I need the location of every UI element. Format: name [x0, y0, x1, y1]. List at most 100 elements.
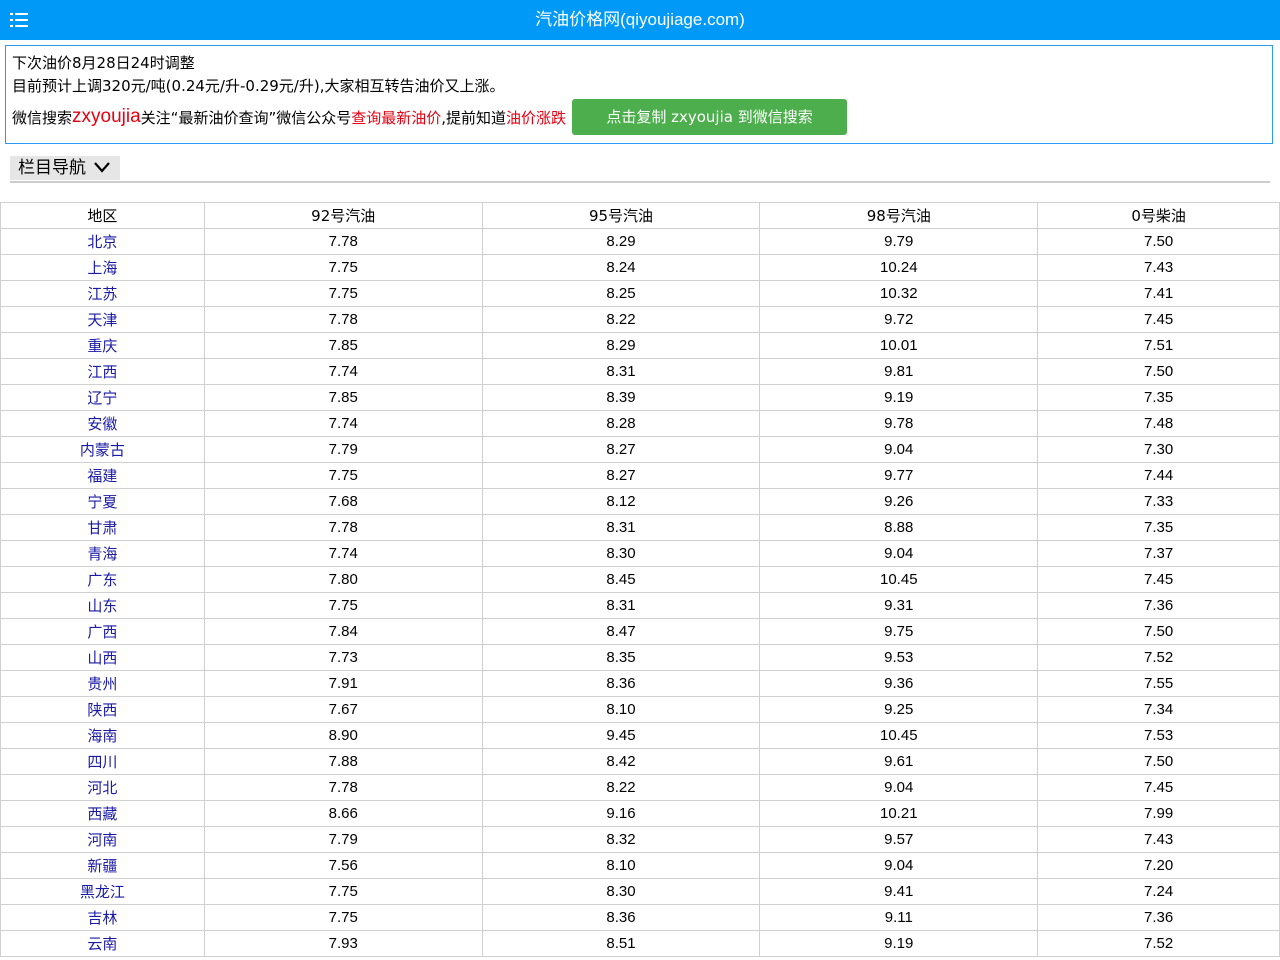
region-cell: 青海 — [0, 540, 205, 567]
table-row: 河北 7.78 8.22 9.04 7.45 — [0, 774, 1280, 801]
table-row: 吉林 7.75 8.36 9.11 7.36 — [0, 904, 1280, 931]
region-link[interactable]: 重庆 — [87, 337, 117, 355]
region-link[interactable]: 上海 — [87, 259, 117, 277]
price-diesel-cell: 7.43 — [1037, 254, 1280, 281]
table-row: 甘肃 7.78 8.31 8.88 7.35 — [0, 514, 1280, 541]
region-link[interactable]: 北京 — [87, 233, 117, 251]
table-row: 河南 7.79 8.32 9.57 7.43 — [0, 826, 1280, 853]
region-link[interactable]: 安徽 — [87, 415, 117, 433]
adjust-forecast: 目前预计上调320元/吨(0.24元/升-0.29元/升),大家相互转告油价又上… — [12, 77, 505, 95]
price-92-cell: 7.80 — [203, 566, 483, 593]
price-98-cell: 9.79 — [759, 228, 1039, 255]
site-title[interactable]: 汽油价格网(qiyoujiage.com) — [0, 0, 1280, 40]
region-link[interactable]: 黑龙江 — [80, 883, 125, 901]
price-diesel-cell: 7.48 — [1037, 410, 1280, 437]
price-92-cell: 7.75 — [203, 462, 483, 489]
price-95-cell: 8.42 — [481, 748, 761, 775]
price-diesel-cell: 7.33 — [1037, 488, 1280, 515]
region-cell: 云南 — [0, 930, 205, 957]
price-92-cell: 7.75 — [203, 254, 483, 281]
price-92-cell: 7.75 — [203, 904, 483, 931]
price-95-cell: 8.10 — [481, 696, 761, 723]
query-latest-price-link[interactable]: 查询最新油价 — [351, 107, 441, 128]
price-98-cell: 10.32 — [759, 280, 1039, 307]
region-link[interactable]: 福建 — [87, 467, 117, 485]
next-adjust-date: 下次油价8月28日24时调整 — [12, 54, 195, 72]
region-link[interactable]: 海南 — [87, 727, 117, 745]
region-cell: 山东 — [0, 592, 205, 619]
column-navigation-label: 栏目导航 — [18, 158, 86, 178]
price-diesel-cell: 7.44 — [1037, 462, 1280, 489]
table-header-row: 地区 92号汽油 95号汽油 98号汽油 0号柴油 — [0, 202, 1280, 229]
region-link[interactable]: 山东 — [87, 597, 117, 615]
region-link[interactable]: 甘肃 — [87, 519, 117, 537]
price-92-cell: 7.88 — [203, 748, 483, 775]
table-row: 新疆 7.56 8.10 9.04 7.20 — [0, 852, 1280, 879]
region-link[interactable]: 广东 — [87, 571, 117, 589]
price-98-cell: 10.45 — [759, 566, 1039, 593]
price-92-cell: 7.75 — [203, 280, 483, 307]
follow-text: 关注“最新油价查询”微信公众号 — [140, 108, 352, 127]
price-95-cell: 8.30 — [481, 878, 761, 905]
region-link[interactable]: 内蒙古 — [80, 441, 125, 459]
table-row: 黑龙江 7.75 8.30 9.41 7.24 — [0, 878, 1280, 905]
region-link[interactable]: 四川 — [87, 753, 117, 771]
region-link[interactable]: 山西 — [87, 649, 117, 667]
table-row: 宁夏 7.68 8.12 9.26 7.33 — [0, 488, 1280, 515]
price-95-cell: 8.10 — [481, 852, 761, 879]
region-link[interactable]: 贵州 — [87, 675, 117, 693]
price-diesel-cell: 7.35 — [1037, 384, 1280, 411]
region-cell: 陕西 — [0, 696, 205, 723]
top-header-bar: 汽油价格网(qiyoujiage.com) — [0, 0, 1280, 40]
price-trend-link[interactable]: 油价涨跌 — [506, 107, 566, 128]
region-cell: 贵州 — [0, 670, 205, 697]
price-92-cell: 8.90 — [203, 722, 483, 749]
region-link[interactable]: 河北 — [87, 779, 117, 797]
price-95-cell: 8.29 — [481, 332, 761, 359]
price-98-cell: 9.26 — [759, 488, 1039, 515]
column-navigation-toggle[interactable]: 栏目导航 — [10, 156, 120, 180]
region-cell: 黑龙江 — [0, 878, 205, 905]
price-98-cell: 9.41 — [759, 878, 1039, 905]
copy-wechat-id-button[interactable]: 点击复制 zxyoujia 到微信搜索 — [572, 99, 848, 135]
region-cell: 广西 — [0, 618, 205, 645]
region-link[interactable]: 吉林 — [87, 909, 117, 927]
price-98-cell: 9.78 — [759, 410, 1039, 437]
region-link[interactable]: 青海 — [87, 545, 117, 563]
region-link[interactable]: 西藏 — [87, 805, 117, 823]
region-link[interactable]: 宁夏 — [87, 493, 117, 511]
table-row: 青海 7.74 8.30 9.04 7.37 — [0, 540, 1280, 567]
region-cell: 山西 — [0, 644, 205, 671]
region-link[interactable]: 江苏 — [87, 285, 117, 303]
region-link[interactable]: 江西 — [87, 363, 117, 381]
region-link[interactable]: 新疆 — [87, 857, 117, 875]
region-link[interactable]: 辽宁 — [87, 389, 117, 407]
region-link[interactable]: 天津 — [87, 311, 117, 329]
price-adjust-notice: 下次油价8月28日24时调整 目前预计上调320元/吨(0.24元/升-0.29… — [5, 45, 1273, 144]
price-98-cell: 9.53 — [759, 644, 1039, 671]
price-diesel-cell: 7.45 — [1037, 774, 1280, 801]
price-92-cell: 7.67 — [203, 696, 483, 723]
price-98-cell: 9.31 — [759, 592, 1039, 619]
price-diesel-cell: 7.50 — [1037, 618, 1280, 645]
price-diesel-cell: 7.51 — [1037, 332, 1280, 359]
price-98-cell: 8.88 — [759, 514, 1039, 541]
price-95-cell: 8.22 — [481, 774, 761, 801]
price-92-cell: 7.75 — [203, 592, 483, 619]
price-92-cell: 7.79 — [203, 826, 483, 853]
price-95-cell: 8.30 — [481, 540, 761, 567]
price-92-cell: 7.91 — [203, 670, 483, 697]
price-diesel-cell: 7.43 — [1037, 826, 1280, 853]
region-link[interactable]: 陕西 — [87, 701, 117, 719]
region-cell: 福建 — [0, 462, 205, 489]
price-diesel-cell: 7.50 — [1037, 748, 1280, 775]
region-link[interactable]: 广西 — [87, 623, 117, 641]
region-cell: 宁夏 — [0, 488, 205, 515]
price-92-cell: 8.66 — [203, 800, 483, 827]
price-95-cell: 8.27 — [481, 436, 761, 463]
region-link[interactable]: 河南 — [87, 831, 117, 849]
price-diesel-cell: 7.52 — [1037, 930, 1280, 957]
price-92-cell: 7.78 — [203, 306, 483, 333]
region-link[interactable]: 云南 — [87, 935, 117, 953]
region-cell: 上海 — [0, 254, 205, 281]
